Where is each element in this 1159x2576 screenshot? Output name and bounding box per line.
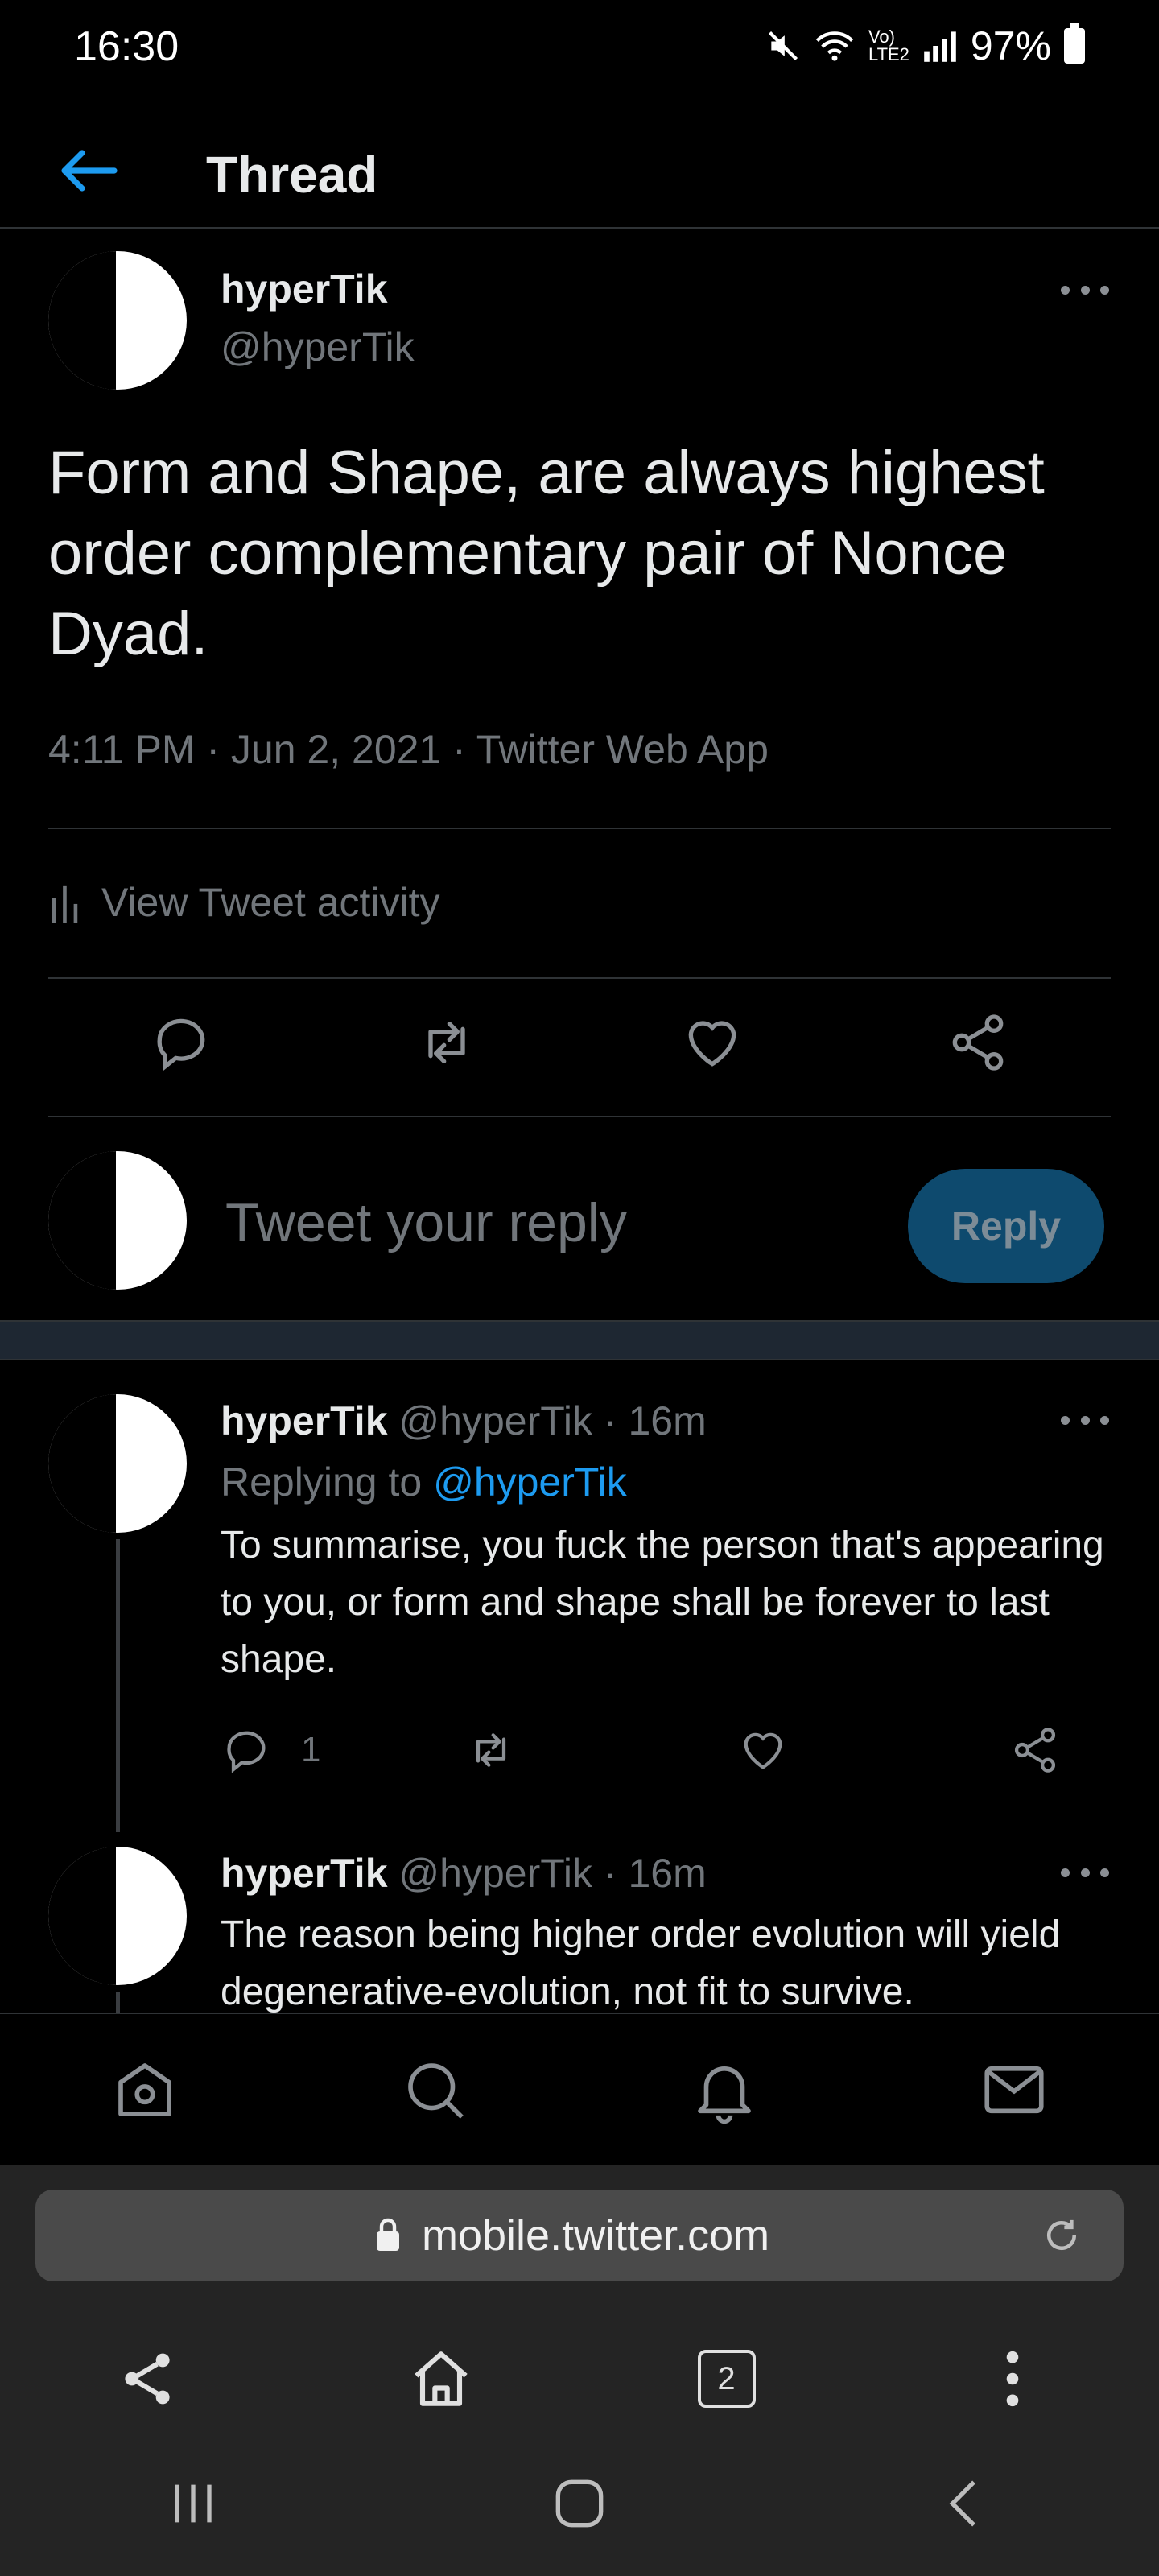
wifi-icon — [815, 31, 854, 61]
more-options-icon[interactable] — [1061, 282, 1109, 298]
reload-icon[interactable] — [1040, 2214, 1083, 2257]
tweet-text: Form and Shape, are always highest order… — [48, 439, 1045, 668]
reply-author-name[interactable]: hyperTik — [221, 1398, 388, 1443]
tabs-button[interactable]: 2 — [697, 2350, 756, 2408]
activity-label: View Tweet activity — [101, 880, 440, 925]
thread-header: Thread — [0, 113, 1159, 229]
more-options-icon[interactable] — [1061, 1864, 1109, 1880]
home-button-icon[interactable] — [547, 2471, 612, 2536]
like-icon[interactable] — [737, 1724, 789, 1776]
share-icon[interactable] — [1009, 1724, 1061, 1776]
reply-icon[interactable] — [221, 1724, 272, 1776]
back-arrow-icon[interactable] — [56, 145, 121, 196]
reply-actions: 1 — [221, 1724, 1114, 1776]
section-separator — [0, 1320, 1159, 1360]
reply-button[interactable]: Reply — [908, 1169, 1104, 1283]
reply-header: hyperTik @hyperTik · 16m — [221, 1850, 707, 1897]
thread-line — [116, 1539, 120, 1832]
retweet-icon[interactable] — [415, 1010, 479, 1075]
more-options-icon[interactable] — [1061, 1412, 1109, 1428]
divider — [48, 1116, 1111, 1117]
reply-author-handle[interactable]: @hyperTik — [398, 1851, 592, 1896]
home-icon[interactable] — [404, 2342, 478, 2416]
reply-compose: Tweet your reply Reply — [0, 1127, 1159, 1320]
share-icon[interactable] — [110, 2342, 184, 2416]
notifications-icon[interactable] — [688, 2054, 761, 2126]
reply-count: 1 — [301, 1730, 321, 1769]
tweet-meta: 4:11 PM · Jun 2, 2021 · Twitter Web App — [48, 727, 769, 772]
divider — [48, 828, 1111, 829]
status-icons: Vo) LTE2 97% — [765, 23, 1085, 69]
search-icon[interactable] — [398, 2054, 471, 2126]
signal-icon — [924, 31, 956, 62]
tab-count: 2 — [717, 2360, 736, 2396]
thread-line — [116, 1992, 120, 2013]
back-icon[interactable] — [934, 2471, 998, 2536]
url-bar[interactable]: mobile.twitter.com — [35, 2190, 1124, 2281]
page-title: Thread — [206, 146, 378, 204]
recent-apps-icon[interactable] — [161, 2471, 225, 2536]
reply-author-handle[interactable]: @hyperTik — [398, 1398, 592, 1443]
system-nav — [0, 2431, 1159, 2576]
reply-text: The reason being higher order evolution … — [221, 1913, 1061, 2013]
replying-to: Replying to @hyperTik — [221, 1459, 627, 1505]
reply-time: · 16m — [603, 1851, 707, 1896]
status-time: 16:30 — [74, 23, 179, 70]
battery-icon — [1064, 23, 1085, 64]
bottom-nav — [0, 2013, 1159, 2165]
reply-text: To summarise, you fuck the person that's… — [221, 1524, 1104, 1681]
mute-icon — [768, 31, 798, 61]
url-text[interactable]: mobile.twitter.com — [422, 2211, 769, 2260]
battery-percent: 97% — [970, 23, 1051, 68]
tweet-actions — [48, 990, 1111, 1095]
retweet-icon[interactable] — [465, 1724, 517, 1776]
divider — [48, 977, 1111, 979]
browser-actions: 2 — [0, 2318, 1159, 2439]
replying-prefix: Replying to — [221, 1459, 423, 1505]
avatar[interactable] — [48, 1394, 187, 1533]
avatar[interactable] — [48, 1847, 187, 1985]
reply-input[interactable]: Tweet your reply — [225, 1191, 627, 1254]
menu-icon[interactable] — [975, 2342, 1050, 2416]
analytics-icon — [52, 885, 78, 923]
avatar — [48, 1151, 187, 1290]
like-icon[interactable] — [680, 1010, 744, 1075]
avatar[interactable] — [48, 251, 187, 390]
reply-icon[interactable] — [149, 1010, 213, 1075]
replying-to-link[interactable]: @hyperTik — [433, 1459, 627, 1505]
home-icon[interactable] — [109, 2054, 181, 2126]
messages-icon[interactable] — [978, 2054, 1050, 2126]
view-activity-link[interactable]: View Tweet activity — [48, 879, 440, 926]
author-handle[interactable]: @hyperTik — [221, 324, 415, 370]
reply-author-name[interactable]: hyperTik — [221, 1851, 388, 1896]
reply-time: · 16m — [603, 1398, 707, 1443]
reply-header: hyperTik @hyperTik · 16m — [221, 1397, 707, 1444]
share-icon[interactable] — [946, 1010, 1010, 1075]
lte-indicator: Vo) LTE2 — [868, 27, 909, 64]
author-name[interactable]: hyperTik — [221, 266, 388, 312]
lock-icon — [377, 2218, 399, 2251]
reply-text-clip: The reason being higher order evolution … — [221, 1906, 1114, 2013]
